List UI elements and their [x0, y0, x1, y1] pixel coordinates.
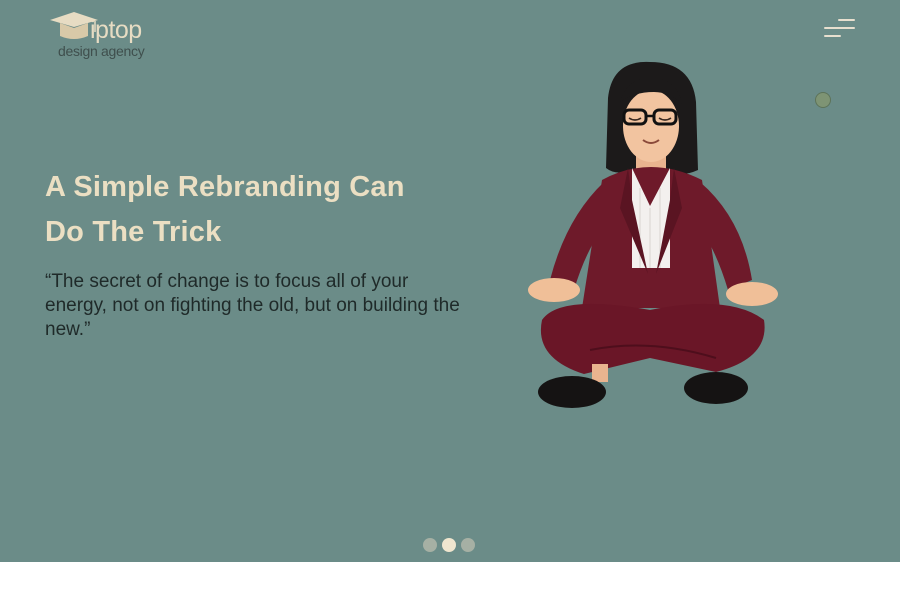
hero-quote: “The secret of change is to focus all of…	[45, 271, 460, 340]
headline-line-1: A Simple Rebranding Can	[45, 171, 405, 203]
decorative-dot	[815, 92, 831, 108]
meditating-woman-illustration	[528, 61, 778, 408]
carousel-pagination	[423, 537, 475, 553]
logo[interactable]: iptop design agency	[46, 10, 166, 62]
hamburger-menu-icon[interactable]	[818, 16, 858, 46]
menu-line	[824, 27, 855, 29]
carousel-dot-2[interactable]	[442, 538, 456, 552]
logo-tagline: design agency	[58, 43, 145, 59]
carousel-dot-1[interactable]	[423, 538, 437, 552]
menu-line	[824, 35, 841, 37]
carousel-dot-3[interactable]	[461, 538, 475, 552]
logo-brand-text: iptop	[90, 16, 142, 44]
menu-line	[838, 19, 855, 21]
hero-section: iptop design agency A Simple Rebranding …	[0, 0, 900, 562]
page-footer-area	[0, 562, 900, 600]
headline-line-2: Do The Trick	[45, 216, 222, 248]
hero-headline: A Simple Rebranding Can Do The Trick	[45, 165, 465, 255]
